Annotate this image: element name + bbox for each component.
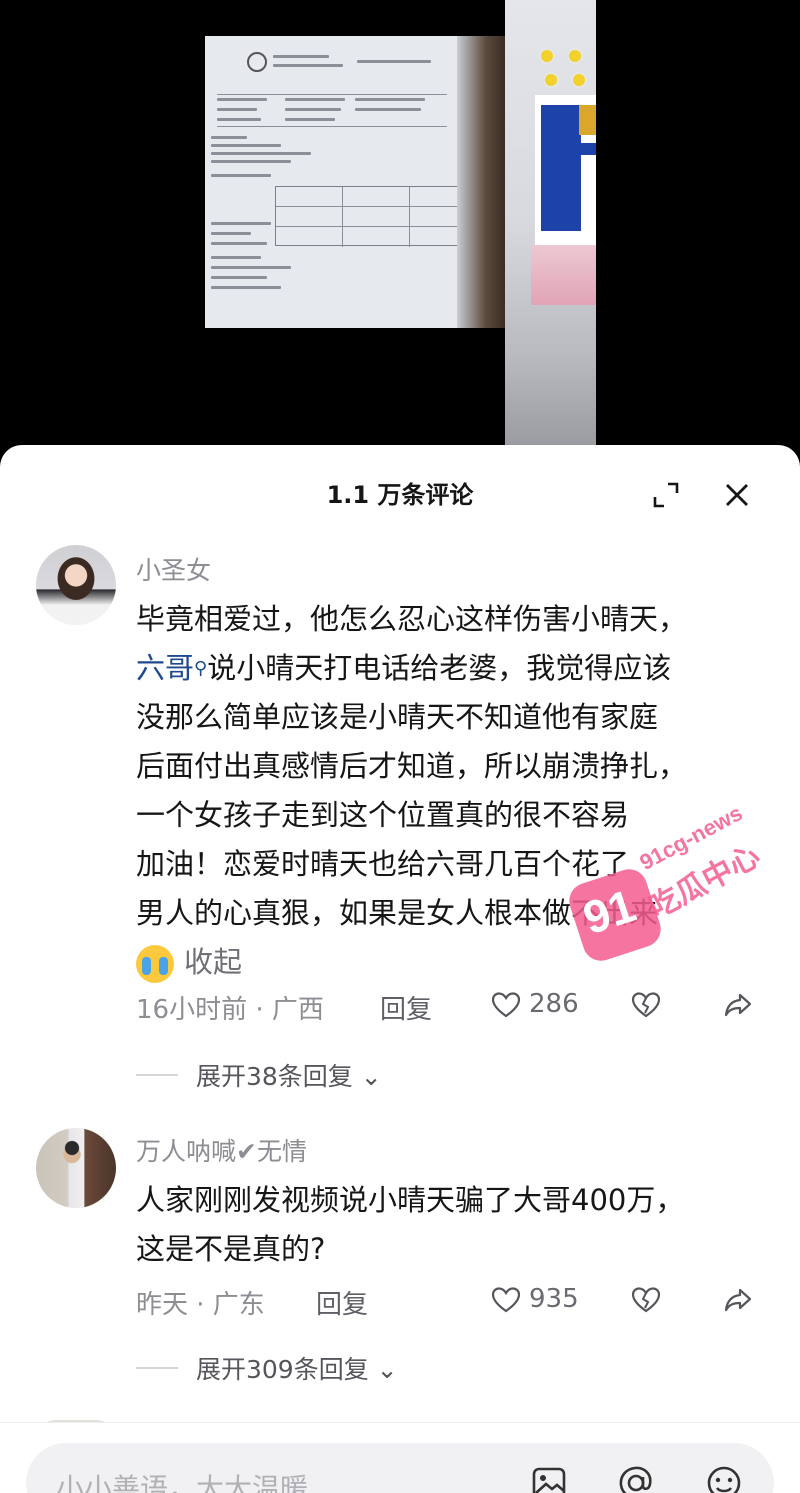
- comment-meta: 昨天 · 广东 回复 935: [136, 1284, 776, 1324]
- comment-body: 人家刚刚发视频说小晴天骗了大哥400万， 这是不是真的?: [136, 1183, 685, 1266]
- comment-time-location: 昨天 · 广东: [136, 1290, 265, 1320]
- like-icon[interactable]: [490, 1284, 522, 1316]
- emoji-icon[interactable]: [704, 1463, 744, 1493]
- collapse-link[interactable]: 收起: [184, 945, 242, 979]
- image-icon[interactable]: [530, 1463, 570, 1493]
- comment-input[interactable]: 小小善语，大大温暖: [26, 1443, 774, 1493]
- avatar[interactable]: [36, 545, 116, 625]
- reply-button[interactable]: 回复: [316, 1284, 368, 1321]
- reply-button[interactable]: 回复: [380, 989, 432, 1026]
- mention-icon[interactable]: [616, 1463, 656, 1493]
- comment-sheet: 1.1 万条评论 小圣女 毕竟相爱过，他怎么忍心这样伤害小晴天， 六哥⚲说小晴天…: [0, 445, 800, 1493]
- chevron-down-icon: ⌄: [360, 1062, 382, 1091]
- comment-time-location: 16小时前 · 广西: [136, 995, 324, 1025]
- like-count: 935: [529, 1284, 579, 1314]
- share-icon[interactable]: [722, 1284, 754, 1316]
- avatar[interactable]: [36, 1128, 116, 1208]
- search-icon: ⚲: [194, 658, 208, 679]
- comment-meta: 16小时前 · 广西 回复 286: [136, 989, 776, 1029]
- medicine-photo: [505, 0, 596, 445]
- input-placeholder: 小小善语，大大温暖: [56, 1472, 309, 1493]
- hashtag-link[interactable]: 六哥⚲: [136, 651, 207, 685]
- share-icon[interactable]: [722, 989, 754, 1021]
- chevron-down-icon: ⌄: [376, 1355, 398, 1384]
- comment-body: 毕竟相爱过，他怎么忍心这样伤害小晴天， 六哥⚲说小晴天打电话给老婆，我觉得应该 …: [136, 595, 776, 987]
- like-count: 286: [529, 989, 579, 1019]
- comment-username[interactable]: 小圣女: [136, 551, 211, 587]
- video-area[interactable]: [0, 0, 800, 445]
- expand-icon[interactable]: [650, 479, 682, 511]
- dislike-icon[interactable]: [630, 989, 662, 1021]
- like-icon[interactable]: [490, 989, 522, 1021]
- comment-input-bar: 小小善语，大大温暖: [0, 1422, 800, 1493]
- close-icon[interactable]: [721, 479, 753, 511]
- medical-report-photo: [205, 36, 505, 328]
- comment-username[interactable]: 万人呐喊✔无情: [136, 1132, 307, 1168]
- dislike-icon[interactable]: [630, 1284, 662, 1316]
- crying-emoji-icon: [136, 945, 174, 983]
